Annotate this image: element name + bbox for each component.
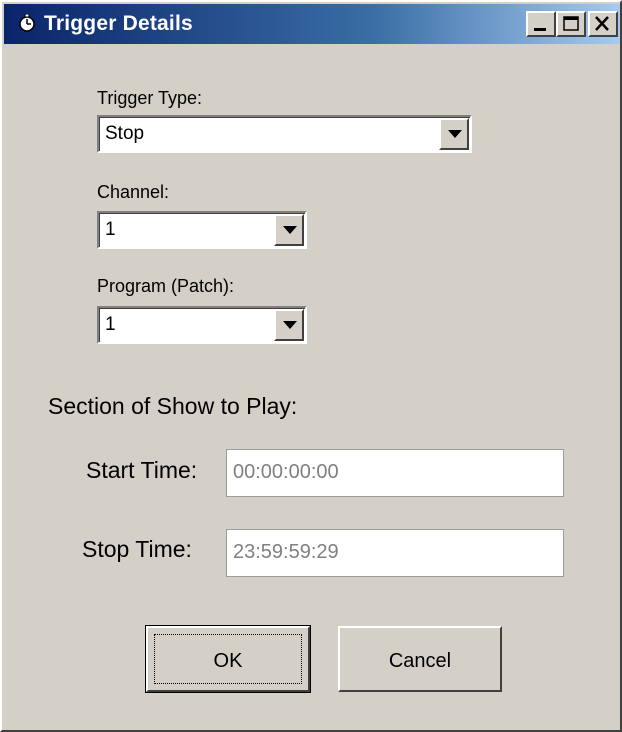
title-bar[interactable]: Trigger Details [4,4,620,44]
window-title: Trigger Details [44,12,193,35]
close-button[interactable] [588,11,618,37]
trigger-type-dropdown-button[interactable] [439,118,469,150]
ok-button-label: OK [213,650,243,672]
cancel-button-label: Cancel [388,650,452,672]
start-time-input[interactable] [229,452,569,492]
maximize-button[interactable] [556,11,586,37]
chevron-down-icon [283,321,297,329]
stop-time-input[interactable] [229,532,569,572]
channel-label: Channel: [97,182,170,202]
stop-time-label: Stop Time: [82,536,192,562]
trigger-type-label: Trigger Type: [97,88,203,108]
section-heading: Section of Show to Play: [48,393,298,419]
channel-dropdown-button[interactable] [274,214,304,246]
start-time-label: Start Time: [86,457,198,483]
maximize-icon [563,16,579,31]
channel-select[interactable]: 1 [97,211,307,249]
ok-button[interactable]: OK [145,625,311,693]
minimize-button[interactable] [526,11,556,37]
trigger-type-value: Stop [105,123,145,144]
trigger-type-select[interactable]: Stop [97,115,472,153]
chevron-down-icon [448,130,462,138]
program-dropdown-button[interactable] [274,309,304,341]
start-time-field[interactable] [226,449,569,497]
trigger-app-icon [18,13,36,32]
program-select[interactable]: 1 [97,306,307,344]
cancel-button[interactable]: Cancel [338,626,502,692]
trigger-details-dialog: Trigger Details Trigger Type: Stop Chann [0,0,622,732]
program-label: Program (Patch): [97,276,235,296]
chevron-down-icon [283,226,297,234]
channel-value: 1 [105,219,116,240]
program-value: 1 [105,314,116,335]
stop-time-field[interactable] [226,529,569,577]
close-icon [595,16,609,31]
minimize-icon [534,28,546,31]
